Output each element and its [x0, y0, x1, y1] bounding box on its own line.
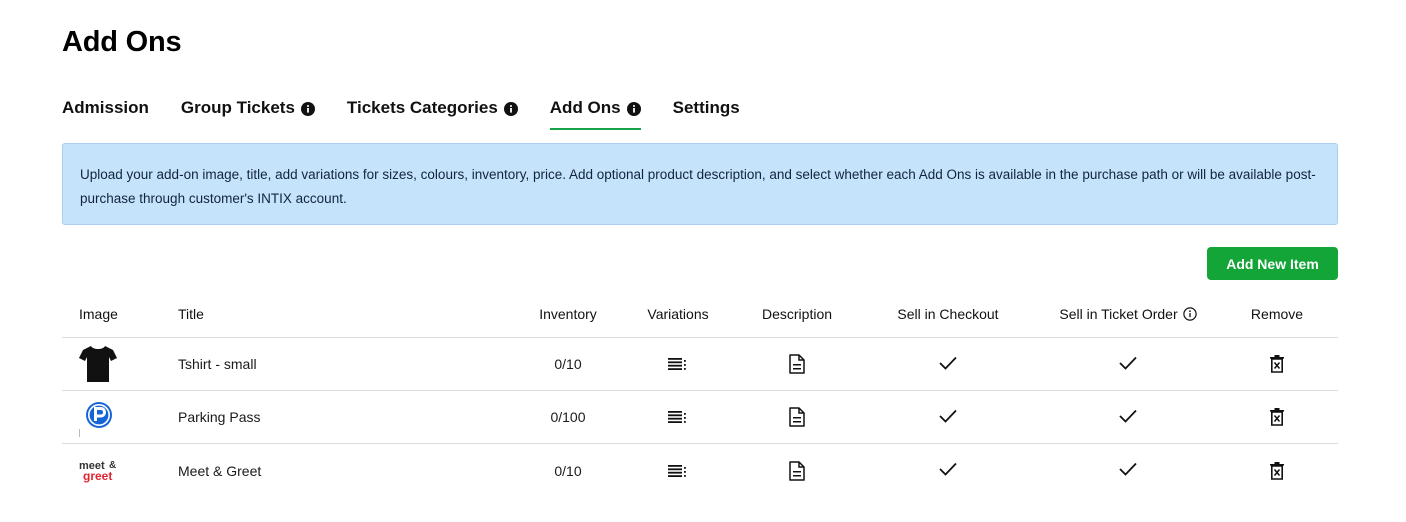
row-inventory: 0/100 [550, 409, 586, 425]
header-image: Image [79, 305, 118, 322]
document-icon[interactable] [789, 407, 805, 427]
parking-image [79, 391, 159, 443]
row-title: Tshirt - small [178, 356, 257, 372]
tshirt-image [79, 338, 159, 390]
add-new-item-button[interactable]: Add New Item [1207, 247, 1338, 280]
trash-icon[interactable] [1270, 461, 1284, 480]
tab-group-tickets[interactable]: Group Tickets [181, 96, 315, 130]
table-header-row: Image Title Inventory Variations Descrip… [62, 290, 1338, 338]
meet-greet-image: meet & greet [79, 444, 159, 497]
header-sell-in-ticket-order: Sell in Ticket Order [1048, 290, 1208, 337]
check-icon [1119, 409, 1137, 426]
tab-bar: Admission Group Tickets Tickets Categori… [62, 96, 772, 130]
tab-add-ons[interactable]: Add Ons [549, 96, 641, 130]
trash-icon[interactable] [1270, 408, 1284, 426]
header-description: Description [761, 305, 833, 322]
trash-icon[interactable] [1270, 355, 1284, 373]
svg-text:greet: greet [83, 469, 112, 483]
document-icon[interactable] [789, 460, 805, 481]
check-icon [1119, 356, 1137, 373]
tab-label: Tickets Categories [346, 98, 498, 117]
info-banner: Upload your add-on image, title, add var… [62, 143, 1338, 225]
add-ons-table: Image Title Inventory Variations Descrip… [62, 290, 1338, 497]
row-inventory: 0/10 [554, 356, 582, 372]
tab-label: Admission [62, 98, 149, 117]
table-row: Tshirt - small 0/10 [62, 338, 1338, 391]
list-icon[interactable] [668, 358, 688, 370]
list-icon[interactable] [668, 411, 688, 423]
info-outline-icon[interactable] [1182, 306, 1197, 321]
tab-label: Settings [672, 98, 740, 117]
tab-label: Group Tickets [180, 98, 295, 117]
header-inventory: Inventory [539, 305, 597, 322]
table-row: meet & greet Meet & Greet 0/10 [62, 444, 1338, 497]
info-icon[interactable] [503, 102, 518, 116]
header-title: Title [178, 305, 204, 322]
table-row: Parking Pass 0/100 [62, 391, 1338, 444]
header-variations: Variations [647, 305, 709, 322]
document-icon[interactable] [789, 354, 805, 374]
tab-admission[interactable]: Admission [62, 96, 149, 130]
tab-settings[interactable]: Settings [673, 96, 740, 130]
check-icon [939, 462, 957, 479]
check-icon [939, 356, 957, 373]
info-icon[interactable] [626, 102, 641, 116]
row-inventory: 0/10 [554, 462, 582, 479]
page-title: Add Ons [62, 26, 182, 58]
check-icon [939, 409, 957, 426]
header-remove: Remove [1250, 305, 1304, 322]
tab-tickets-categories[interactable]: Tickets Categories [347, 96, 518, 130]
check-icon [1119, 462, 1137, 479]
row-title: Meet & Greet [178, 462, 262, 479]
tab-label: Add Ons [549, 98, 621, 117]
header-sell-in-checkout: Sell in Checkout [897, 305, 999, 322]
info-banner-text: Upload your add-on image, title, add var… [80, 167, 1316, 206]
list-icon[interactable] [668, 464, 688, 477]
row-title: Parking Pass [178, 409, 261, 425]
info-icon[interactable] [300, 102, 315, 116]
header-label: Sell in Ticket Order [1059, 305, 1178, 322]
